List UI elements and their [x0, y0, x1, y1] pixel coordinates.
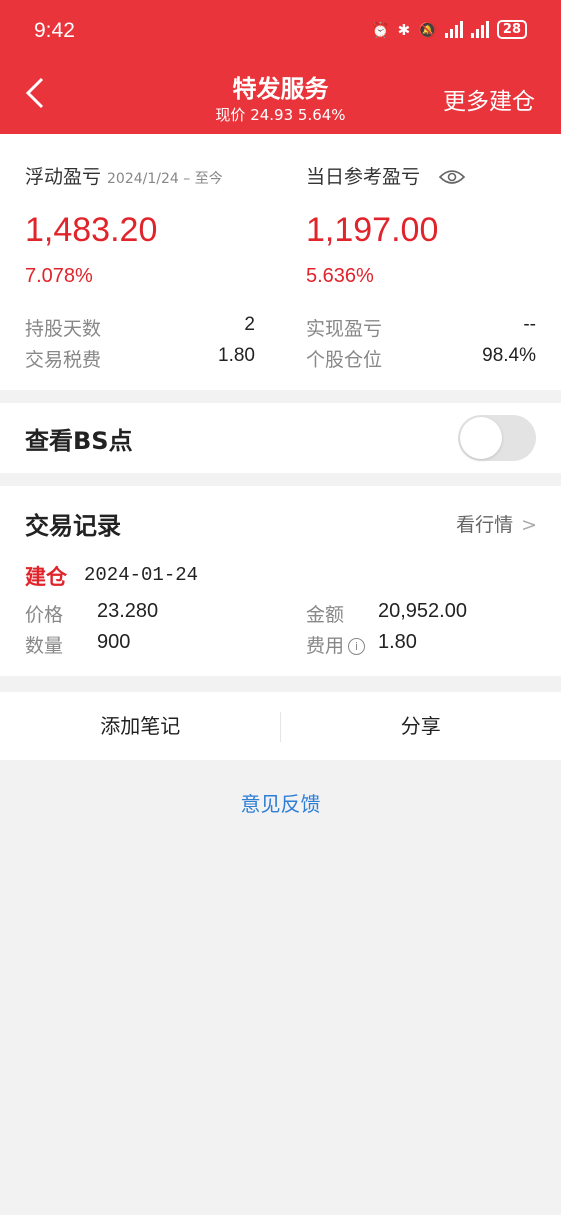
stat-holding-days: 持股天数 2: [25, 314, 255, 340]
battery-icon: 28: [496, 20, 527, 39]
action-bar: 添加笔记 分享: [0, 692, 561, 760]
stat-realized-pnl: 实现盈亏 --: [306, 314, 536, 340]
fee-value: 1.80: [378, 631, 417, 653]
daily-pct: 5.636%: [306, 265, 374, 287]
mute-icon: 🔕: [418, 20, 437, 39]
bs-points-label: 查看BS点: [25, 427, 133, 455]
signal-icon: [444, 21, 463, 38]
daily-label: 当日参考盈亏: [306, 166, 421, 188]
more-button[interactable]: 更多建仓: [443, 82, 535, 116]
signal-icon-2: [470, 21, 489, 38]
daily-value: 1,197.00: [306, 211, 439, 249]
toggle-knob: [460, 417, 502, 459]
amount-value: 20,952.00: [378, 600, 467, 622]
price-value: 23.280: [97, 600, 159, 622]
floating-pct: 7.078%: [25, 265, 93, 287]
fee-label: 费用 i: [306, 631, 366, 658]
eye-icon[interactable]: [438, 169, 466, 189]
chevron-right-icon: >: [521, 514, 537, 536]
bs-points-row: 查看BS点: [0, 403, 561, 473]
daily-pnl: 当日参考盈亏 1,197.00 5.636%: [306, 162, 536, 288]
floating-label: 浮动盈亏: [25, 166, 102, 188]
add-note-button[interactable]: 添加笔记: [0, 692, 281, 760]
share-button[interactable]: 分享: [281, 692, 561, 760]
info-icon[interactable]: i: [348, 638, 366, 655]
status-bar: 9:42 ⏰ ✱ 🔕 28: [0, 0, 561, 64]
floating-value: 1,483.20: [25, 211, 158, 249]
pnl-card: 浮动盈亏 2024/1/24 – 至今 1,483.20 7.078% 当日参考盈…: [0, 134, 561, 390]
quantity-value: 900: [97, 631, 131, 653]
bs-points-toggle[interactable]: [458, 415, 536, 461]
amount-label: 金额: [306, 604, 345, 626]
alarm-icon: ⏰: [370, 20, 390, 39]
record-type: 建仓: [25, 565, 67, 589]
floating-period: 2024/1/24 – 至今: [107, 171, 223, 187]
records-title: 交易记录: [25, 512, 121, 540]
clock: 9:42: [34, 19, 75, 42]
price-label: 价格: [25, 604, 64, 626]
status-icons: ⏰ ✱ 🔕 28: [371, 20, 527, 39]
stat-trade-fees: 交易税费 1.80: [25, 345, 255, 371]
bluetooth-icon: ✱: [397, 20, 411, 39]
action-divider: [280, 712, 281, 742]
stat-position-ratio: 个股仓位 98.4%: [306, 345, 536, 371]
feedback-link[interactable]: 意见反馈: [0, 788, 561, 817]
nav-bar: 特发服务 现价 24.93 5.64% 更多建仓: [0, 64, 561, 134]
header: 9:42 ⏰ ✱ 🔕 28 特发服务 现价 24.93 5.64% 更多建仓: [0, 0, 561, 134]
record-date: 2024-01-24: [84, 564, 199, 586]
trade-records: 交易记录 看行情 > 建仓 2024-01-24 价格 23.280 金额 20,…: [0, 486, 561, 676]
view-market-link[interactable]: 看行情 >: [456, 510, 537, 537]
floating-pnl: 浮动盈亏 2024/1/24 – 至今 1,483.20 7.078%: [25, 162, 255, 288]
quantity-label: 数量: [25, 635, 64, 657]
